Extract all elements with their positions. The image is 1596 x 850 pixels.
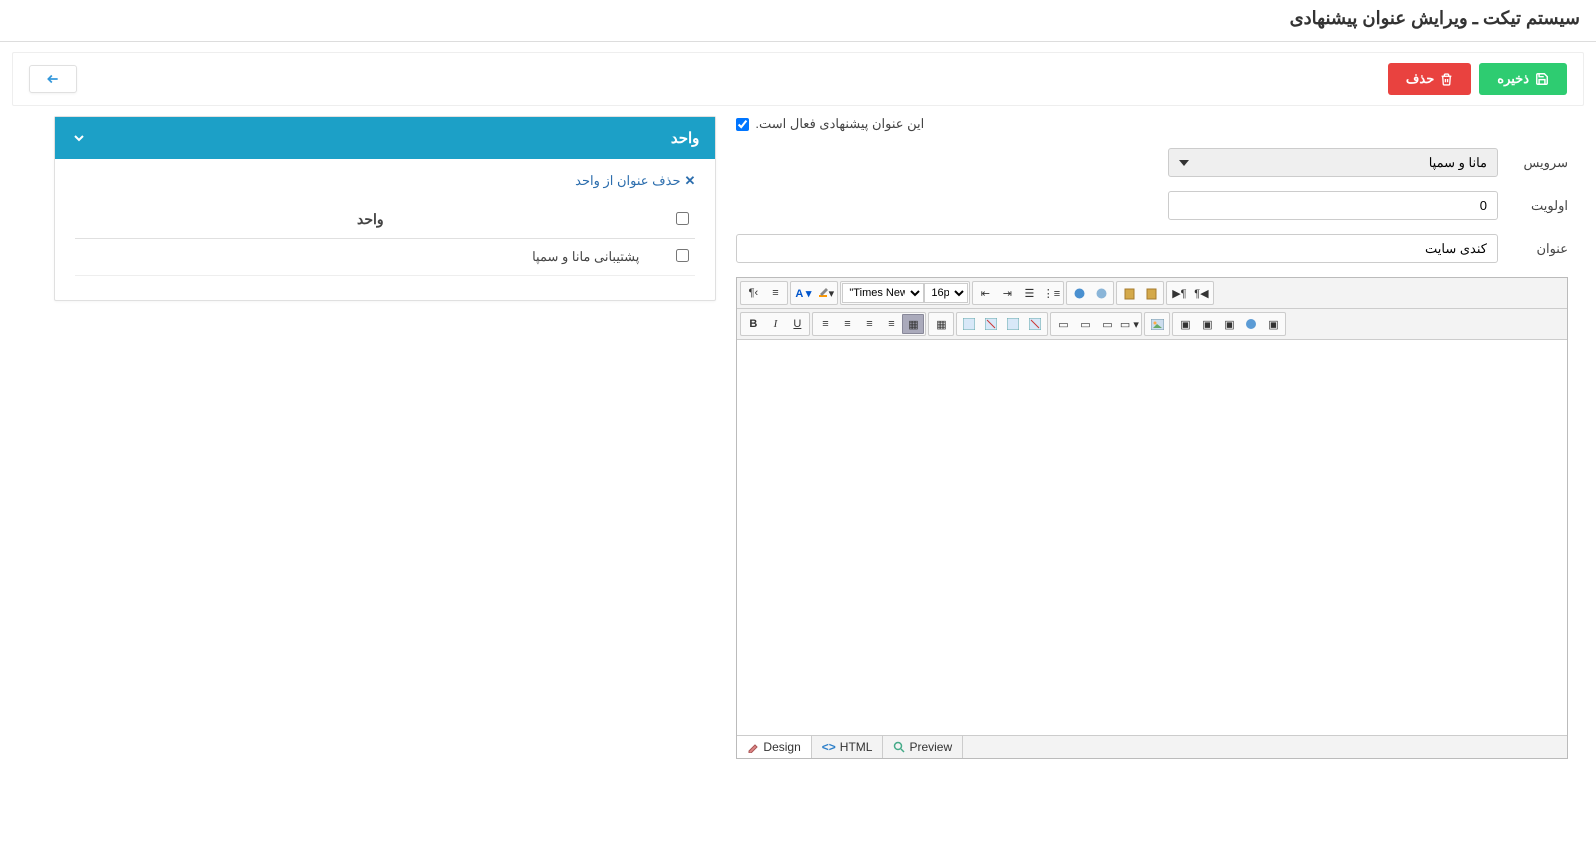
italic-icon[interactable]: I: [764, 314, 786, 334]
unit-column-header: واحد: [81, 211, 659, 228]
tab-preview-label: Preview: [909, 740, 952, 754]
title-label: عنوان: [1498, 241, 1568, 257]
active-checkbox-label: این عنوان پیشنهادی فعال است.: [755, 116, 924, 132]
insert-row-icon[interactable]: [958, 314, 980, 334]
save-button-label: ذخیره: [1497, 71, 1529, 87]
remove-link-label: حذف عنوان از واحد: [575, 173, 680, 189]
editor-content-area[interactable]: [737, 340, 1567, 735]
image-icon[interactable]: [1146, 314, 1168, 334]
unlink-icon[interactable]: [1090, 283, 1112, 303]
unit-panel-title: واحد: [671, 129, 700, 147]
unit-row-name: پشتیبانی مانا و سمپا: [81, 249, 659, 265]
delete-button[interactable]: حذف: [1388, 63, 1471, 95]
font-size-select[interactable]: 16px: [924, 283, 968, 303]
priority-label: اولویت: [1498, 198, 1568, 214]
unit-select-all-checkbox[interactable]: [676, 212, 689, 225]
align-center-icon[interactable]: ≡: [836, 314, 858, 334]
magnify-icon: [893, 741, 905, 753]
code-icon: <>: [822, 740, 836, 754]
image-right-icon[interactable]: ▣: [1196, 314, 1218, 334]
pencil-icon: [747, 741, 759, 753]
bold-icon[interactable]: B: [742, 314, 764, 334]
tab-html-label: HTML: [840, 740, 873, 754]
rtl-icon[interactable]: ¶◀: [1190, 283, 1212, 303]
image-left-icon[interactable]: ▣: [1174, 314, 1196, 334]
font-color-icon[interactable]: A ▾: [792, 283, 814, 303]
align-justify-icon[interactable]: ≡: [880, 314, 902, 334]
align-none-icon[interactable]: ▦: [902, 314, 924, 334]
save-button[interactable]: ذخیره: [1479, 63, 1567, 95]
save-icon: [1535, 72, 1549, 86]
cell4-icon[interactable]: ▭ ▾: [1118, 314, 1140, 334]
active-checkbox[interactable]: [736, 118, 749, 131]
service-label: سرویس: [1498, 155, 1568, 171]
ordered-list-icon[interactable]: ☰: [1018, 283, 1040, 303]
format-icon[interactable]: ≡: [764, 283, 786, 303]
tab-design-label: Design: [763, 740, 800, 754]
priority-input[interactable]: [1168, 191, 1498, 220]
paragraph-rtl-icon[interactable]: ¶‹: [742, 283, 764, 303]
editor-mode-tabs: Design <> HTML Preview: [737, 735, 1567, 758]
outdent-icon[interactable]: ⇤: [974, 283, 996, 303]
image-browse-icon[interactable]: [1240, 314, 1262, 334]
image-edit-icon[interactable]: ▣: [1262, 314, 1284, 334]
unordered-list-icon[interactable]: ⋮≡: [1040, 283, 1062, 303]
back-button[interactable]: [29, 65, 77, 93]
unit-panel: واحد ✕ حذف عنوان از واحد واحد: [54, 116, 716, 301]
editor-toolbar-row1: ¶‹ ≡ A ▾ ▾ "Times New ... 16px ⇤ ⇥ ☰ ⋮≡: [737, 278, 1567, 309]
align-right-icon[interactable]: ≡: [858, 314, 880, 334]
page-title: سیستم تیکت ـ ویرایش عنوان پیشنهادی: [0, 0, 1596, 41]
action-toolbar: ذخیره حذف: [12, 52, 1584, 106]
cell1-icon[interactable]: ▭: [1052, 314, 1074, 334]
cell3-icon[interactable]: ▭: [1096, 314, 1118, 334]
highlight-icon[interactable]: ▾: [814, 283, 836, 303]
unit-table-header: واحد: [75, 201, 695, 239]
close-icon: ✕: [685, 173, 696, 189]
service-select[interactable]: مانا و سمپا: [1168, 148, 1498, 177]
remove-title-from-unit-link[interactable]: ✕ حذف عنوان از واحد: [575, 173, 695, 189]
align-left-icon[interactable]: ≡: [814, 314, 836, 334]
image-none-icon[interactable]: ▣: [1218, 314, 1240, 334]
insert-col-icon[interactable]: [1002, 314, 1024, 334]
trash-icon: [1440, 73, 1453, 86]
delete-button-label: حذف: [1406, 71, 1434, 87]
cell2-icon[interactable]: ▭: [1074, 314, 1096, 334]
underline-icon[interactable]: U: [786, 314, 808, 334]
font-family-select[interactable]: "Times New ...: [842, 283, 924, 303]
delete-row-icon[interactable]: [980, 314, 1002, 334]
ltr-icon[interactable]: ▶¶: [1168, 283, 1190, 303]
tab-design[interactable]: Design: [737, 735, 811, 758]
title-input[interactable]: [736, 234, 1498, 263]
paste-icon[interactable]: [1118, 283, 1140, 303]
table-icon[interactable]: ▦: [930, 314, 952, 334]
header-divider: [0, 41, 1596, 42]
table-row: پشتیبانی مانا و سمپا: [75, 239, 695, 276]
link-icon[interactable]: [1068, 283, 1090, 303]
tab-html[interactable]: <> HTML: [812, 736, 884, 758]
unit-row-checkbox[interactable]: [676, 249, 689, 262]
unit-panel-header[interactable]: واحد: [55, 117, 715, 159]
indent-icon[interactable]: ⇥: [996, 283, 1018, 303]
editor-toolbar-row2: B I U ≡ ≡ ≡ ≡ ▦ ▦: [737, 309, 1567, 340]
tab-preview[interactable]: Preview: [883, 736, 963, 758]
paste-word-icon[interactable]: [1140, 283, 1162, 303]
chevron-down-icon: [71, 130, 87, 146]
rich-text-editor: ¶‹ ≡ A ▾ ▾ "Times New ... 16px ⇤ ⇥ ☰ ⋮≡: [736, 277, 1568, 759]
delete-col-icon[interactable]: [1024, 314, 1046, 334]
arrow-left-icon: [44, 72, 62, 86]
